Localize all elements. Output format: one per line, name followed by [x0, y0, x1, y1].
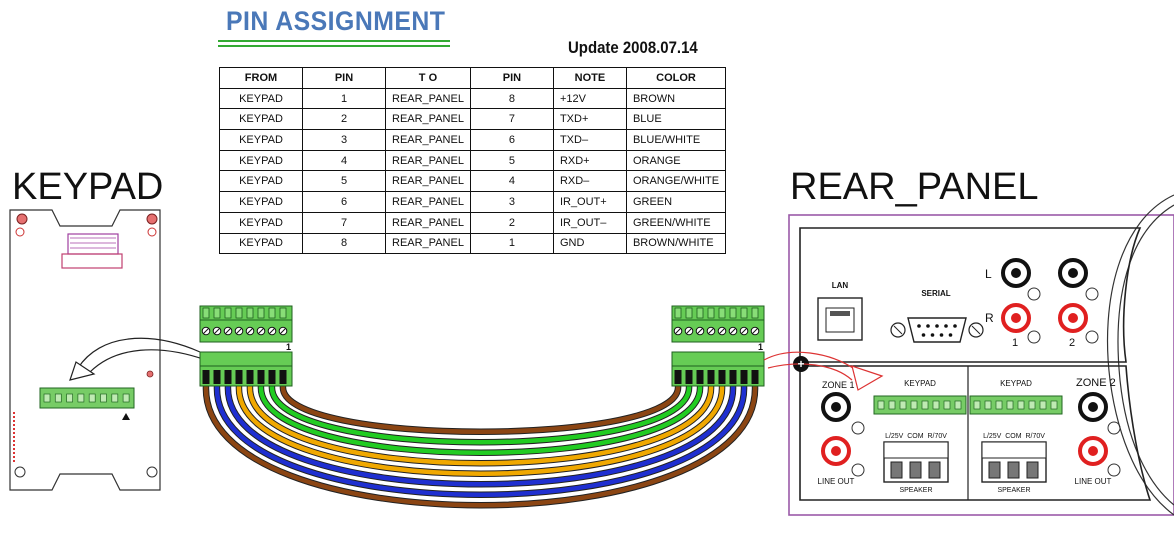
keypad-port-2-label: KEYPAD: [1000, 379, 1032, 388]
speaker-terminal-2: [981, 441, 1047, 483]
line-out-1-label: LINE OUT: [818, 477, 855, 486]
left-connector-pin1: 1: [286, 342, 291, 352]
speaker-1-label: SPEAKER: [899, 487, 932, 494]
rca-input-1-right: [1001, 303, 1041, 344]
input-2-label: 2: [1069, 337, 1075, 349]
speaker-2-label: SPEAKER: [997, 487, 1030, 494]
line-out-2-label: LINE OUT: [1075, 477, 1112, 486]
rca-input-2-left: [1058, 258, 1099, 301]
right-connector-pin1: 1: [758, 342, 763, 352]
wire-8: [280, 385, 681, 434]
keypad-port-1-label: KEYPAD: [904, 379, 936, 388]
right-channel-label: R: [985, 311, 994, 325]
right-terminal-connector: [671, 305, 765, 387]
keypad-board: [9, 209, 207, 491]
input-1-label: 1: [1012, 337, 1018, 349]
rca-input-2-right: [1058, 303, 1099, 344]
lan-label: LAN: [832, 281, 849, 290]
left-channel-label: L: [985, 267, 992, 281]
cable-wires: [202, 385, 759, 509]
wire-outline: [279, 385, 682, 435]
speaker-terminal-1: [883, 441, 949, 483]
plus-symbol: +: [797, 357, 804, 371]
rca-input-1-left: [1001, 258, 1041, 301]
left-terminal-connector: [199, 305, 293, 387]
zone2-label: ZONE 2: [1076, 377, 1116, 389]
wiring-diagram: 1 1 LAN SERIAL L R 1 2 ZONE 1 ZONE 2 KEY…: [9, 194, 1174, 516]
serial-label: SERIAL: [921, 289, 950, 298]
speaker-taps-2: L/25V COM R/70V: [983, 433, 1045, 440]
zone1-label: ZONE 1: [822, 380, 855, 390]
rear-panel-unit: [763, 194, 1174, 516]
speaker-taps-1: L/25V COM R/70V: [885, 433, 947, 440]
